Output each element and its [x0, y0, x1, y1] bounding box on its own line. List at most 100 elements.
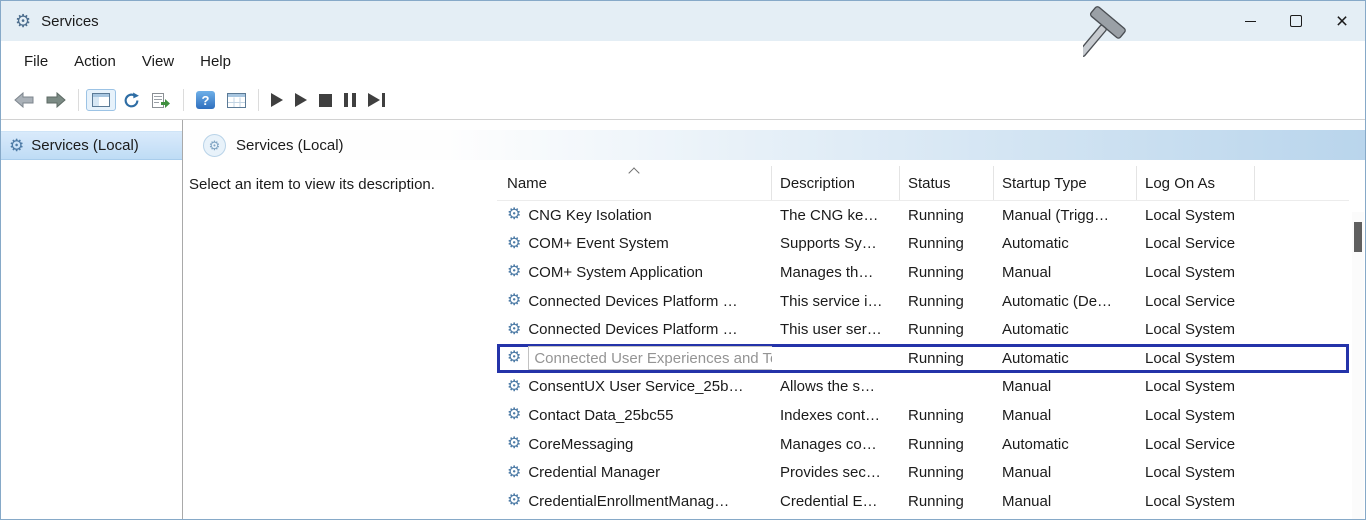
table-row[interactable]: ⚙Connected User Experiences and Telemetr… — [497, 344, 1349, 373]
pause-service-button[interactable] — [339, 90, 361, 110]
description-hint: Select an item to view its description. — [189, 176, 435, 193]
table-row[interactable]: ⚙ Contact Data_25bc55 Indexes cont…Running… — [497, 401, 1349, 430]
table-row[interactable]: ⚙CoreMessagingManages co…RunningAutomati… — [497, 430, 1349, 459]
main-body: ⚙ Services (Local) ⚙ Services (Local) Se… — [1, 120, 1365, 519]
service-description: Allows the s… — [772, 373, 900, 402]
service-name: CNG Key Isolation — [528, 207, 651, 224]
row-filler — [1255, 430, 1295, 459]
menu-file[interactable]: File — [11, 53, 61, 70]
service-status: Running — [900, 401, 994, 430]
service-startup-type: Manual — [994, 458, 1137, 487]
service-log-on-as: Local System — [1137, 315, 1255, 344]
service-rename-field[interactable]: Connected User Experiences and Telemetry — [528, 346, 772, 370]
service-gear-icon: ⚙ — [507, 493, 521, 509]
table-row[interactable]: ⚙Connected Devices Platform …This servic… — [497, 287, 1349, 316]
table-row[interactable]: ⚙ ConsentUX User Service_25b… Allows the s… — [497, 373, 1349, 402]
row-filler — [1255, 487, 1295, 516]
show-console-tree-button[interactable] — [86, 89, 116, 111]
service-name: Connected Devices Platform … — [528, 321, 737, 338]
service-name-cell: ⚙ Contact Data_25bc55 — [497, 401, 772, 430]
properties-button[interactable] — [222, 90, 251, 111]
resume-service-button[interactable] — [290, 90, 312, 110]
table-row[interactable]: ⚙Credential ManagerProvides sec…RunningM… — [497, 458, 1349, 487]
maximize-button[interactable] — [1273, 1, 1319, 41]
help-icon: ? — [196, 91, 215, 109]
menubar: File Action View Help — [1, 41, 1365, 81]
service-name: ConsentUX User Service_25b… — [528, 378, 743, 395]
refresh-button[interactable] — [118, 89, 145, 112]
pane-header-title: Services (Local) — [236, 137, 344, 154]
column-header-label: Description — [780, 175, 855, 192]
column-header-status[interactable]: Status — [900, 166, 994, 200]
app-gear-icon: ⚙ — [15, 12, 31, 30]
menu-view[interactable]: View — [129, 53, 187, 70]
service-name: Credential Manager — [528, 464, 660, 481]
toolbar-separator — [78, 89, 79, 111]
table-row[interactable]: ⚙ — [497, 516, 1349, 519]
back-button[interactable] — [9, 89, 39, 111]
column-header-label: Status — [908, 175, 951, 192]
service-status: Running — [900, 315, 994, 344]
service-gear-icon: ⚙ — [507, 436, 521, 452]
play-icon — [271, 93, 283, 107]
service-name-cell: ⚙Connected Devices Platform … — [497, 287, 772, 316]
service-log-on-as — [1137, 516, 1255, 519]
service-description: The CNG ke… — [772, 201, 900, 230]
refresh-icon — [123, 92, 140, 109]
service-status: Running — [900, 458, 994, 487]
service-name-cell: ⚙CoreMessaging — [497, 430, 772, 459]
minimize-button[interactable] — [1227, 1, 1273, 41]
service-status: Running — [900, 258, 994, 287]
column-header-description[interactable]: Description — [772, 166, 900, 200]
service-description: This user ser… — [772, 315, 900, 344]
service-name-cell: ⚙ Connected Devices Platform … — [497, 315, 772, 344]
sort-ascending-icon — [628, 167, 639, 178]
row-filler — [1255, 516, 1295, 519]
service-log-on-as: Local System — [1137, 487, 1255, 516]
start-service-button[interactable] — [266, 90, 288, 110]
service-description — [772, 516, 900, 519]
service-gear-icon: ⚙ — [507, 379, 521, 395]
menu-action[interactable]: Action — [61, 53, 129, 70]
service-status: Running — [900, 201, 994, 230]
column-header-startup-type[interactable]: Startup Type — [994, 166, 1137, 200]
service-startup-type: Automatic — [994, 344, 1137, 373]
service-name-cell: ⚙COM+ Event System — [497, 230, 772, 259]
restart-service-button[interactable] — [363, 90, 390, 110]
menu-help[interactable]: Help — [187, 53, 244, 70]
service-gear-icon: ⚙ — [507, 322, 521, 338]
service-startup-type: Manual — [994, 487, 1137, 516]
service-gear-icon: ⚙ — [507, 236, 521, 252]
services-header-gear-icon: ⚙ — [203, 134, 226, 157]
stop-service-button[interactable] — [314, 91, 337, 110]
service-gear-icon: ⚙ — [507, 264, 521, 280]
row-filler — [1255, 373, 1295, 402]
scrollbar-thumb[interactable] — [1354, 222, 1362, 252]
column-header-log-on-as[interactable]: Log On As — [1137, 166, 1255, 200]
window-title: Services — [41, 13, 99, 30]
close-button[interactable]: × — [1319, 1, 1365, 41]
vertical-scrollbar[interactable] — [1352, 212, 1364, 519]
service-status: Running — [900, 287, 994, 316]
table-row[interactable]: ⚙CredentialEnrollmentManag…Credential E…… — [497, 487, 1349, 516]
service-description: Indexes cont… — [772, 401, 900, 430]
column-header-name[interactable]: Name — [497, 166, 772, 200]
service-log-on-as: Local Service — [1137, 230, 1255, 259]
table-row[interactable]: ⚙CNG Key IsolationThe CNG ke…RunningManu… — [497, 201, 1349, 230]
content-body: Select an item to view its description. … — [183, 160, 1365, 519]
forward-button[interactable] — [41, 89, 71, 111]
service-gear-icon: ⚙ — [507, 407, 521, 423]
table-row[interactable]: ⚙ Connected Devices Platform … This user s… — [497, 315, 1349, 344]
properties-icon — [227, 93, 246, 108]
toolbar-separator — [183, 89, 184, 111]
column-header-filler — [1255, 166, 1295, 200]
table-row[interactable]: ⚙COM+ System ApplicationManages th…Runni… — [497, 258, 1349, 287]
export-list-button[interactable] — [147, 90, 176, 111]
service-name: Contact Data_25bc55 — [528, 407, 673, 424]
table-row[interactable]: ⚙COM+ Event SystemSupports Sy…RunningAut… — [497, 230, 1349, 259]
help-button[interactable]: ? — [191, 88, 220, 112]
service-name: COM+ System Application — [528, 264, 703, 281]
service-description — [772, 344, 900, 373]
tree-item-services-local[interactable]: ⚙ Services (Local) — [1, 131, 182, 160]
service-status — [900, 373, 994, 402]
